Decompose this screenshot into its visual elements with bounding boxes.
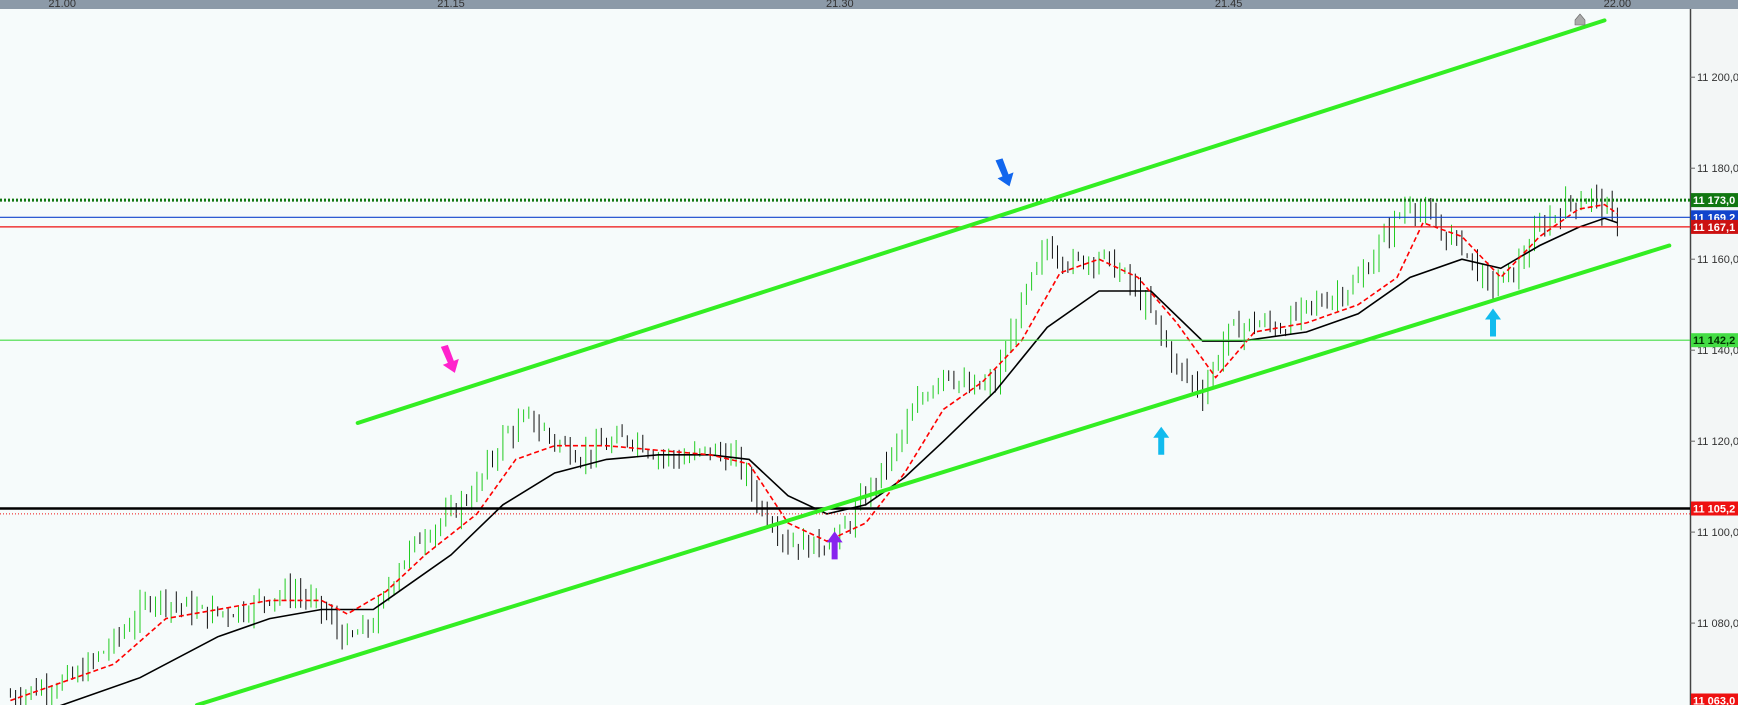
- price-level-tag: 11 142,2: [1691, 333, 1738, 348]
- price-level-tag-label: 11 105,2: [1693, 504, 1735, 516]
- chart-canvas[interactable]: 21.00 21.15 21.30 21.45 22.00 11 200,0 11 180…: [0, 0, 1738, 705]
- price-level-tag: 11 173,0: [1691, 193, 1738, 208]
- price-axis-tick-label: 11 120,0: [1697, 436, 1738, 448]
- price-axis-tick-label: 11 180,0: [1697, 163, 1738, 175]
- price-level-tag-label: 11 142,2: [1693, 335, 1735, 347]
- time-axis-tick-label: 21.00: [48, 0, 76, 10]
- price-axis-tick-label: 11 160,0: [1697, 254, 1738, 266]
- price-level-tag-label: 11 173,0: [1693, 195, 1735, 207]
- time-axis-tick-label: 21.15: [437, 0, 465, 10]
- price-axis-tick-label: 11 100,0: [1697, 527, 1738, 539]
- price-level-tag-label: 11 063,0: [1693, 696, 1735, 705]
- time-axis-tick-label: 21.45: [1215, 0, 1243, 10]
- price-level-tag: 11 063,0: [1691, 693, 1738, 705]
- time-axis-tick-label: 22.00: [1604, 0, 1632, 10]
- time-axis-band: [0, 0, 1738, 9]
- time-axis-tick-label: 21.30: [826, 0, 854, 10]
- price-level-tag-label: 11 167,1: [1693, 222, 1735, 234]
- price-axis-tick-label: 11 080,0: [1697, 618, 1738, 630]
- price-chart[interactable]: 21.00 21.15 21.30 21.45 22.00 11 200,0 11 180…: [0, 0, 1738, 705]
- price-level-tag: 11 105,2: [1691, 501, 1738, 516]
- price-axis-tick-label: 11 200,0: [1697, 72, 1738, 84]
- price-level-tag: 11 167,1: [1691, 219, 1738, 234]
